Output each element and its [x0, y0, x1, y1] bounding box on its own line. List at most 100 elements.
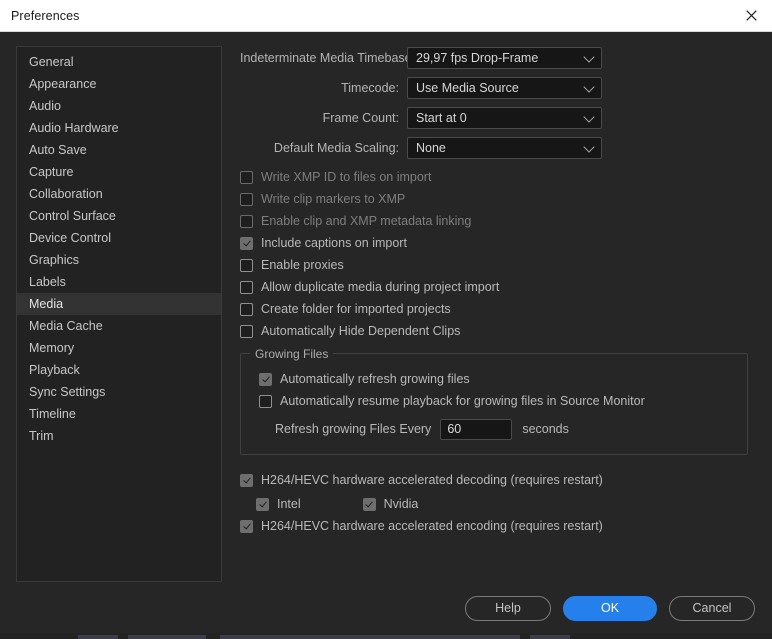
- checkbox-hw-accel-decoding[interactable]: H264/HEVC hardware accelerated decoding …: [240, 469, 756, 491]
- dropdown-value-default-media-scaling: None: [416, 140, 446, 155]
- checkbox-label: H264/HEVC hardware accelerated decoding …: [261, 473, 603, 487]
- checkbox-label: Intel: [277, 497, 301, 511]
- checkbox-create-folder-imported-projects[interactable]: Create folder for imported projects: [240, 298, 756, 320]
- checkbox-write-xmp-id[interactable]: Write XMP ID to files on import: [240, 166, 756, 188]
- dialog-footer: Help OK Cancel: [0, 583, 772, 633]
- ok-button[interactable]: OK: [563, 595, 657, 621]
- field-row-frame-count: Frame Count: Start at 0: [240, 106, 756, 129]
- cancel-button[interactable]: Cancel: [669, 595, 755, 621]
- checkbox-label: Enable proxies: [261, 258, 344, 272]
- checkbox-label: Write clip markers to XMP: [261, 192, 406, 206]
- checkbox-hw-intel[interactable]: Intel: [256, 493, 301, 515]
- taskbar-chip: [530, 635, 570, 639]
- dropdown-frame-count[interactable]: Start at 0: [407, 106, 602, 129]
- chevron-down-icon: [583, 80, 595, 93]
- refresh-interval-label: Refresh growing Files Every: [275, 422, 432, 436]
- checkbox-allow-duplicate-media[interactable]: Allow duplicate media during project imp…: [240, 276, 756, 298]
- refresh-interval-unit: seconds: [522, 422, 569, 436]
- field-row-default-media-scaling: Default Media Scaling: None: [240, 136, 756, 159]
- sidebar-item-media-cache[interactable]: Media Cache: [17, 315, 221, 337]
- dropdown-indeterminate-media-timebase[interactable]: 29,97 fps Drop-Frame: [407, 46, 602, 69]
- hardware-vendor-row: Intel Nvidia: [256, 493, 756, 515]
- sidebar-item-collaboration[interactable]: Collaboration: [17, 183, 221, 205]
- growing-files-group: Growing Files Automatically refresh grow…: [240, 347, 748, 455]
- sidebar-item-appearance[interactable]: Appearance: [17, 73, 221, 95]
- checkbox-icon: [362, 497, 376, 511]
- sidebar-item-labels[interactable]: Labels: [17, 271, 221, 293]
- sidebar-item-timeline[interactable]: Timeline: [17, 403, 221, 425]
- checkbox-auto-hide-dependent-clips[interactable]: Automatically Hide Dependent Clips: [240, 320, 756, 342]
- sidebar-item-audio-hardware[interactable]: Audio Hardware: [17, 117, 221, 139]
- sidebar-item-sync-settings[interactable]: Sync Settings: [17, 381, 221, 403]
- preferences-category-list[interactable]: General Appearance Audio Audio Hardware …: [16, 46, 222, 582]
- checkbox-label: Automatically resume playback for growin…: [280, 394, 645, 408]
- label-default-media-scaling: Default Media Scaling:: [273, 140, 399, 155]
- checkbox-hw-accel-encoding[interactable]: H264/HEVC hardware accelerated encoding …: [240, 515, 756, 537]
- taskbar-chip: [220, 635, 520, 639]
- checkbox-icon: [240, 192, 253, 206]
- sidebar-item-trim[interactable]: Trim: [17, 425, 221, 447]
- chevron-down-icon: [583, 50, 595, 63]
- taskbar-chip: [128, 635, 206, 639]
- checkbox-label: Automatically refresh growing files: [280, 372, 470, 386]
- checkbox-icon: [240, 280, 253, 294]
- checkbox-enable-proxies[interactable]: Enable proxies: [240, 254, 756, 276]
- checkbox-write-clip-markers[interactable]: Write clip markers to XMP: [240, 188, 756, 210]
- checkbox-icon: [240, 258, 253, 272]
- chevron-down-icon: [583, 140, 595, 153]
- window-title: Preferences: [11, 8, 80, 23]
- close-button[interactable]: [730, 0, 772, 31]
- refresh-interval-row: Refresh growing Files Every seconds: [275, 417, 735, 441]
- checkbox-icon: [240, 170, 253, 184]
- close-icon: [745, 10, 757, 21]
- desktop-taskbar-sliver: [0, 633, 772, 639]
- checkbox-auto-refresh-growing-files[interactable]: Automatically refresh growing files: [259, 368, 735, 390]
- dropdown-timecode[interactable]: Use Media Source: [407, 76, 602, 99]
- checkbox-icon: [240, 214, 253, 228]
- field-row-timecode: Timecode: Use Media Source: [240, 76, 756, 99]
- checkbox-label: Automatically Hide Dependent Clips: [261, 324, 461, 338]
- sidebar-item-memory[interactable]: Memory: [17, 337, 221, 359]
- sidebar-item-auto-save[interactable]: Auto Save: [17, 139, 221, 161]
- preferences-dialog: Preferences General Appearance Audio Aud…: [0, 0, 772, 633]
- checkbox-icon: [259, 372, 272, 386]
- dropdown-value-indeterminate-media-timebase: 29,97 fps Drop-Frame: [416, 50, 539, 65]
- checkbox-label: Include captions on import: [261, 236, 407, 250]
- checkbox-icon: [240, 473, 253, 487]
- sidebar-item-audio[interactable]: Audio: [17, 95, 221, 117]
- title-bar: Preferences: [0, 0, 772, 32]
- label-timecode: Timecode:: [341, 80, 399, 95]
- sidebar-item-device-control[interactable]: Device Control: [17, 227, 221, 249]
- sidebar-item-playback[interactable]: Playback: [17, 359, 221, 381]
- hardware-acceleration-group: H264/HEVC hardware accelerated decoding …: [240, 469, 756, 537]
- sidebar-item-control-surface[interactable]: Control Surface: [17, 205, 221, 227]
- checkbox-icon: [240, 302, 253, 316]
- checkbox-icon: [240, 324, 253, 338]
- checkbox-include-captions[interactable]: Include captions on import: [240, 232, 756, 254]
- checkbox-hw-nvidia[interactable]: Nvidia: [362, 493, 418, 515]
- checkbox-group: Write XMP ID to files on import Write cl…: [240, 166, 756, 342]
- sidebar-item-graphics[interactable]: Graphics: [17, 249, 221, 271]
- sidebar-item-general[interactable]: General: [17, 51, 221, 73]
- checkbox-label: Write XMP ID to files on import: [261, 170, 432, 184]
- checkbox-icon: [240, 519, 253, 533]
- refresh-interval-input[interactable]: [440, 418, 513, 440]
- checkbox-enable-clip-xmp-linking[interactable]: Enable clip and XMP metadata linking: [240, 210, 756, 232]
- taskbar-chip: [78, 635, 118, 639]
- checkbox-label: Enable clip and XMP metadata linking: [261, 214, 472, 228]
- sidebar-item-capture[interactable]: Capture: [17, 161, 221, 183]
- checkbox-auto-resume-playback[interactable]: Automatically resume playback for growin…: [259, 390, 735, 412]
- window-controls: [730, 0, 772, 31]
- sidebar-item-media[interactable]: Media: [17, 293, 221, 315]
- label-indeterminate-media-timebase: Indeterminate Media Timebase:: [240, 50, 416, 65]
- checkbox-label: H264/HEVC hardware accelerated encoding …: [261, 519, 603, 533]
- checkbox-label: Create folder for imported projects: [261, 302, 451, 316]
- dropdown-value-timecode: Use Media Source: [416, 80, 519, 95]
- label-frame-count: Frame Count:: [322, 110, 399, 125]
- dropdown-default-media-scaling[interactable]: None: [407, 136, 602, 159]
- checkbox-icon: [256, 497, 269, 511]
- media-settings-pane: Indeterminate Media Timebase: 29,97 fps …: [222, 46, 756, 633]
- field-row-indeterminate-media-timebase: Indeterminate Media Timebase: 29,97 fps …: [240, 46, 756, 69]
- chevron-down-icon: [583, 110, 595, 123]
- help-button[interactable]: Help: [465, 595, 551, 621]
